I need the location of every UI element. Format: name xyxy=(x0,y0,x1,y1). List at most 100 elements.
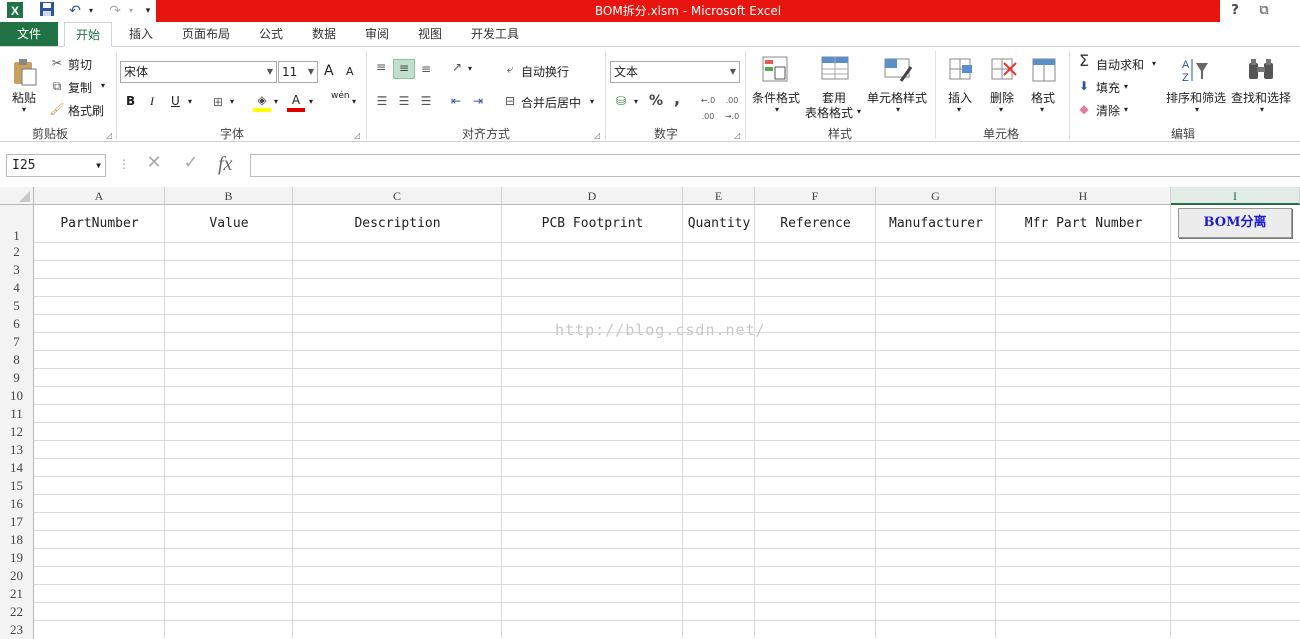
font-color-dropdown-icon[interactable]: ▾ xyxy=(309,97,313,106)
header-cell[interactable]: PCB Footprint xyxy=(502,205,683,243)
decrease-indent-icon[interactable]: ⇤ xyxy=(448,93,464,109)
borders-icon[interactable]: ⊞ xyxy=(210,94,226,110)
fill-icon[interactable]: ⬇ xyxy=(1076,78,1092,94)
redo-dropdown-icon[interactable]: ▾ xyxy=(126,1,136,21)
row-header[interactable]: 12 xyxy=(0,423,34,441)
grow-font-button[interactable]: A xyxy=(324,63,334,79)
fill-dropdown-icon[interactable]: ▾ xyxy=(1124,82,1128,91)
format-cells-button[interactable]: 格式 xyxy=(1031,89,1055,106)
select-all-corner[interactable] xyxy=(0,187,34,205)
number-format-select[interactable]: 文本 ▼ xyxy=(610,61,740,83)
format-as-table-icon[interactable] xyxy=(820,55,850,85)
row-header[interactable]: 9 xyxy=(0,369,34,387)
row-header[interactable]: 7 xyxy=(0,333,34,351)
header-cell[interactable]: Value xyxy=(165,205,293,243)
tab-insert[interactable]: 插入 xyxy=(122,22,160,46)
column-header-a[interactable]: A xyxy=(34,187,165,205)
comma-button[interactable]: , xyxy=(674,89,680,108)
paste-dropdown-icon[interactable]: ▾ xyxy=(22,105,26,114)
tab-page-layout[interactable]: 页面布局 xyxy=(174,22,238,46)
row-header[interactable]: 14 xyxy=(0,459,34,477)
tab-formulas[interactable]: 公式 xyxy=(252,22,290,46)
orientation-dropdown-icon[interactable]: ▾ xyxy=(468,64,472,73)
number-launcher-icon[interactable]: ◿ xyxy=(734,131,740,140)
underline-button[interactable]: U xyxy=(171,94,180,108)
undo-dropdown-icon[interactable]: ▾ xyxy=(86,1,96,21)
clipboard-launcher-icon[interactable]: ◿ xyxy=(106,131,112,140)
fill-color-icon[interactable]: ◈ xyxy=(253,92,271,112)
conditional-formatting-button[interactable]: 条件格式 xyxy=(752,89,800,106)
row-header[interactable]: 8 xyxy=(0,351,34,369)
autosum-icon[interactable]: Σ xyxy=(1076,53,1092,69)
column-header-g[interactable]: G xyxy=(876,187,996,205)
align-top-icon[interactable]: ≡ xyxy=(372,59,390,75)
insert-cells-dropdown-icon[interactable]: ▾ xyxy=(957,105,961,114)
delete-cells-button[interactable]: 删除 xyxy=(990,89,1014,106)
format-painter-icon[interactable]: 🖌 xyxy=(49,101,65,117)
header-cell[interactable]: Reference xyxy=(755,205,876,243)
enter-icon[interactable]: ✓ xyxy=(180,154,202,172)
tab-review[interactable]: 审阅 xyxy=(358,22,396,46)
tab-view[interactable]: 视图 xyxy=(411,22,449,46)
tab-developer[interactable]: 开发工具 xyxy=(464,22,526,46)
row-header[interactable]: 23 xyxy=(0,621,34,639)
phonetic-dropdown-icon[interactable]: ▾ xyxy=(352,97,356,106)
ribbon-display-options-button[interactable]: ⧉ xyxy=(1254,1,1274,21)
row-header[interactable]: 11 xyxy=(0,405,34,423)
font-name-select[interactable]: 宋体 ▼ xyxy=(120,61,277,83)
delete-cells-dropdown-icon[interactable]: ▾ xyxy=(999,105,1003,114)
format-cells-icon[interactable] xyxy=(1029,55,1059,85)
align-right-icon[interactable]: ☰ xyxy=(418,93,434,109)
formula-input[interactable] xyxy=(250,154,1300,177)
sort-filter-dropdown-icon[interactable]: ▾ xyxy=(1195,105,1199,114)
row-header[interactable]: 19 xyxy=(0,549,34,567)
accounting-dropdown-icon[interactable]: ▾ xyxy=(634,97,638,106)
sort-filter-button[interactable]: 排序和筛选 xyxy=(1166,89,1226,106)
row-header[interactable]: 16 xyxy=(0,495,34,513)
merge-dropdown-icon[interactable]: ▾ xyxy=(590,97,594,106)
bold-button[interactable]: B xyxy=(126,94,135,108)
bom-split-button[interactable]: BOM分离 xyxy=(1178,208,1292,238)
format-painter-button[interactable]: 格式刷 xyxy=(68,102,104,119)
tab-file[interactable]: 文件 xyxy=(0,22,58,46)
tab-data[interactable]: 数据 xyxy=(305,22,343,46)
delete-cells-icon[interactable] xyxy=(988,55,1018,85)
autosum-button[interactable]: 自动求和 xyxy=(1096,56,1144,73)
insert-function-button[interactable]: fx xyxy=(218,153,232,176)
sort-filter-icon[interactable]: AZ xyxy=(1180,55,1210,85)
paste-icon[interactable] xyxy=(10,57,40,87)
insert-cells-icon[interactable] xyxy=(946,55,976,85)
cut-button[interactable]: 剪切 xyxy=(68,56,92,73)
copy-dropdown-icon[interactable]: ▾ xyxy=(101,81,105,90)
cell-styles-dropdown-icon[interactable]: ▾ xyxy=(896,105,900,114)
row-header[interactable]: 10 xyxy=(0,387,34,405)
cell-styles-button[interactable]: 单元格样式 xyxy=(867,89,927,106)
row-header[interactable]: 21 xyxy=(0,585,34,603)
column-header-e[interactable]: E xyxy=(683,187,755,205)
header-cell[interactable]: Mfr Part Number xyxy=(996,205,1171,243)
borders-dropdown-icon[interactable]: ▾ xyxy=(230,97,234,106)
row-header[interactable]: 6 xyxy=(0,315,34,333)
align-middle-icon[interactable]: ≡ xyxy=(393,59,415,79)
orientation-icon[interactable]: ↗ xyxy=(448,59,466,75)
row-header[interactable]: 2 xyxy=(0,243,34,261)
italic-button[interactable]: I xyxy=(150,94,154,109)
cell-styles-icon[interactable] xyxy=(883,55,913,85)
decrease-decimal-icon[interactable]: .00 →.0 xyxy=(722,93,742,125)
copy-button[interactable]: 复制 xyxy=(68,79,92,96)
header-cell[interactable]: Quantity xyxy=(683,205,755,243)
copy-icon[interactable]: ⧉ xyxy=(49,78,65,94)
row-header[interactable]: 18 xyxy=(0,531,34,549)
shrink-font-button[interactable]: A xyxy=(346,65,354,78)
align-left-icon[interactable]: ☰ xyxy=(374,93,390,109)
clear-button[interactable]: 清除 xyxy=(1096,102,1120,119)
align-bottom-icon[interactable]: ≡ xyxy=(417,61,435,77)
column-header-f[interactable]: F xyxy=(755,187,876,205)
align-center-icon[interactable]: ☰ xyxy=(396,93,412,109)
merge-center-button[interactable]: 合并后居中 xyxy=(521,94,581,111)
row-header[interactable]: 4 xyxy=(0,279,34,297)
underline-dropdown-icon[interactable]: ▾ xyxy=(188,97,192,106)
redo-icon[interactable]: ↷ xyxy=(104,1,126,21)
clear-dropdown-icon[interactable]: ▾ xyxy=(1124,105,1128,114)
column-header-d[interactable]: D xyxy=(502,187,683,205)
